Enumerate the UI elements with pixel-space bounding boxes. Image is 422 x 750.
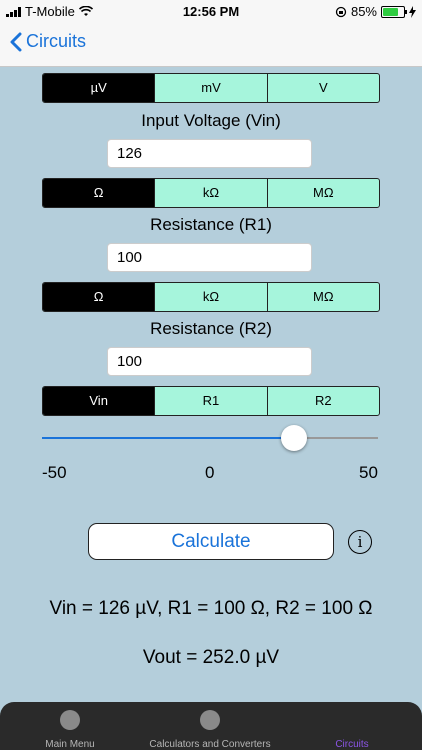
tab-calculators-label: Calculators and Converters [149, 739, 271, 750]
voltage-unit-volt[interactable]: V [266, 74, 379, 102]
slider-min-label: -50 [42, 463, 67, 482]
chevron-left-icon [10, 32, 22, 51]
r1-unit-megaohm[interactable]: MΩ [266, 179, 379, 207]
back-button-label: Circuits [26, 31, 87, 51]
voltage-unit-microvolt[interactable]: µV [43, 74, 155, 102]
value-slider[interactable] [42, 425, 378, 451]
result-output: Vout = 252.0 µV [142, 647, 280, 668]
r2-input[interactable] [107, 347, 312, 376]
slider-thumb[interactable] [281, 425, 307, 451]
r2-unit-selector[interactable]: Ω kΩ MΩ [42, 282, 380, 312]
voltage-unit-selector[interactable]: µV mV V [42, 73, 380, 103]
voltage-unit-millivolt[interactable]: mV [154, 74, 266, 102]
tab-calculators-converters[interactable]: Calculators and Converters [130, 702, 290, 750]
r2-unit-ohm[interactable]: Ω [43, 283, 155, 311]
charging-icon [409, 5, 416, 18]
r1-label: Resistance (R1) [150, 215, 272, 234]
slider-fill [42, 437, 294, 439]
r2-label: Resistance (R2) [150, 319, 272, 338]
slider-mid-label: 0 [205, 463, 215, 482]
vin-input[interactable] [107, 139, 312, 168]
r2-unit-kiloohm[interactable]: kΩ [154, 283, 266, 311]
result-inputs: Vin = 126 µV, R1 = 100 Ω, R2 = 100 Ω [49, 598, 373, 619]
solve-for-r2[interactable]: R2 [266, 387, 379, 415]
tab-circuits[interactable]: Circuits [302, 702, 402, 750]
slider-max-label: 50 [359, 463, 378, 482]
solve-for-vin[interactable]: Vin [43, 387, 155, 415]
calculate-button[interactable]: Calculate [88, 523, 334, 560]
r1-input[interactable] [107, 243, 312, 272]
battery-percent: 85% [350, 4, 377, 19]
solve-for-selector[interactable]: Vin R1 R2 [42, 386, 380, 416]
rotation-lock-icon [335, 6, 347, 17]
tab-bar: Main Menu Calculators and Converters Cir… [0, 702, 422, 750]
battery-icon [381, 5, 407, 18]
r1-unit-ohm[interactable]: Ω [43, 179, 155, 207]
r2-unit-megaohm[interactable]: MΩ [266, 283, 379, 311]
status-bar: T-Mobile 12:56 PM 85% [0, 0, 422, 22]
tab-circuits-label: Circuits [335, 739, 369, 750]
r1-unit-selector[interactable]: Ω kΩ MΩ [42, 178, 380, 208]
tab-main-menu-label: Main Menu [45, 739, 95, 750]
calculators-icon [200, 710, 220, 730]
status-right: 85% [335, 4, 416, 19]
info-icon[interactable]: i [348, 530, 372, 554]
navigation-bar: Circuits [0, 22, 422, 67]
slider-track[interactable] [42, 437, 378, 439]
tab-main-menu[interactable]: Main Menu [20, 702, 120, 750]
solve-for-r1[interactable]: R1 [154, 387, 266, 415]
main-menu-icon [60, 710, 80, 730]
vin-label: Input Voltage (Vin) [141, 111, 281, 130]
r1-unit-kiloohm[interactable]: kΩ [154, 179, 266, 207]
back-button[interactable]: Circuits [10, 31, 86, 52]
